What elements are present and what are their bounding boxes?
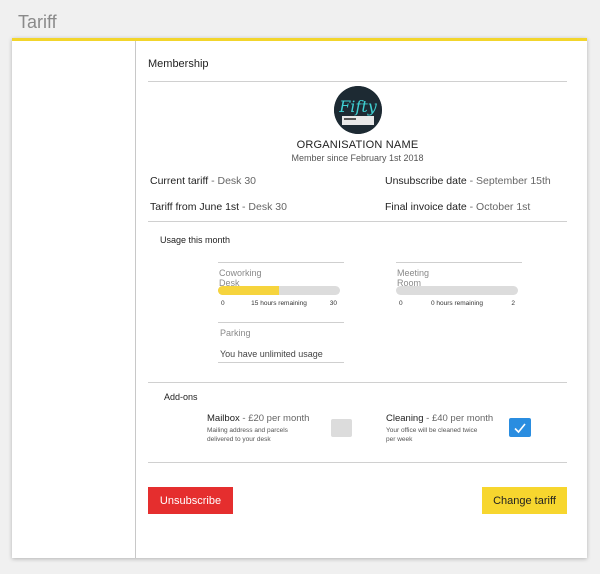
cleaning-addon-name: Cleaning - £40 per month (386, 413, 493, 424)
sidebar (12, 41, 136, 558)
meeting-room-max: 2 (511, 300, 515, 307)
section-title: Membership (148, 58, 209, 70)
current-tariff-value: - Desk 30 (208, 175, 257, 187)
unsubscribe-date-value: - September 15th (466, 175, 551, 187)
meeting-room-remaining: 0 hours remaining (430, 300, 484, 307)
cleaning-checkbox[interactable] (509, 418, 531, 437)
current-tariff-label: Current tariff (150, 175, 209, 187)
divider (218, 362, 344, 363)
final-invoice-label: Final invoice date (385, 201, 467, 213)
mailbox-price: - £20 per month (239, 413, 310, 424)
mailbox-checkbox[interactable] (331, 419, 352, 437)
tariff-from-label: Tariff from June 1st (150, 201, 240, 213)
main-panel: Membership Fifty ORGANISATION NAME Membe… (148, 41, 567, 558)
parking-title: Parking (220, 328, 251, 338)
final-invoice-date: Final invoice date - October 1st (385, 201, 530, 213)
usage-title: Usage this month (160, 235, 231, 245)
member-since: Member since February 1st 2018 (291, 153, 424, 163)
organisation-logo: Fifty (334, 86, 382, 134)
mailbox-label: Mailbox (207, 413, 240, 424)
cleaning-label: Cleaning (386, 413, 424, 424)
divider (148, 462, 567, 463)
tariff-from: Tariff from June 1st - Desk 30 (150, 201, 287, 213)
final-invoice-value: - October 1st (466, 201, 531, 213)
unsubscribe-date-label: Unsubscribe date (385, 175, 467, 187)
unsubscribe-button[interactable]: Unsubscribe (148, 487, 233, 514)
change-tariff-button[interactable]: Change tariff (482, 487, 567, 514)
coworking-progress-fill (218, 286, 279, 295)
tariff-from-value: - Desk 30 (239, 201, 287, 213)
page-title: Tariff (18, 12, 57, 32)
parking-usage-text: You have unlimited usage (220, 349, 323, 359)
mailbox-description: Mailing address and parcels delivered to… (207, 427, 288, 443)
checkmark-icon (514, 422, 526, 433)
cleaning-description: Your office will be cleaned twice per we… (386, 427, 478, 443)
divider (148, 221, 567, 222)
divider (396, 262, 522, 263)
mailbox-addon-name: Mailbox - £20 per month (207, 413, 309, 424)
current-tariff: Current tariff - Desk 30 (150, 175, 256, 187)
logo-image: Fifty (334, 86, 382, 134)
coworking-progress-bar (218, 286, 340, 295)
coworking-title: Coworking Desk (219, 268, 262, 288)
cleaning-price: - £40 per month (423, 413, 494, 424)
meeting-room-title: Meeting Room (397, 268, 430, 288)
divider (148, 81, 567, 82)
coworking-remaining: 15 hours remaining (251, 300, 307, 307)
divider (218, 322, 344, 323)
tariff-card: Membership Fifty ORGANISATION NAME Membe… (12, 38, 587, 558)
addons-title: Add-ons (164, 392, 198, 402)
logo-text: Fifty (338, 97, 378, 116)
divider (148, 382, 567, 383)
meeting-room-progress-bar (396, 286, 518, 295)
organisation-name: ORGANISATION NAME (296, 139, 419, 151)
coworking-max: 30 (329, 300, 337, 307)
unsubscribe-date: Unsubscribe date - September 15th (385, 175, 551, 187)
divider (218, 262, 344, 263)
